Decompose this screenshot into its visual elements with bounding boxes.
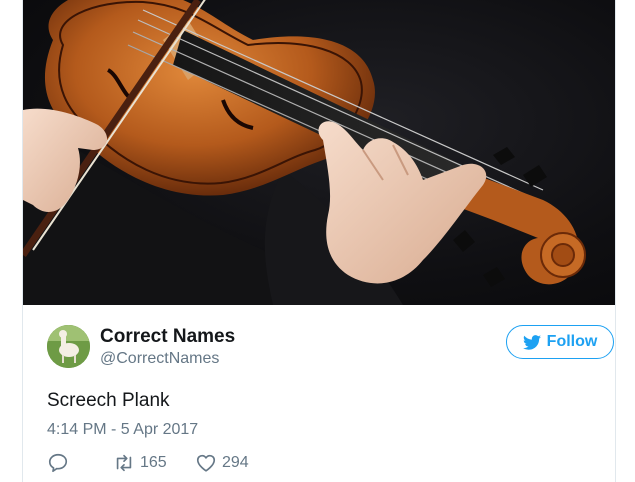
tweet-card: Correct Names @CorrectNames Follow Scree… <box>22 0 616 482</box>
tweet-text: Screech Plank <box>47 390 170 411</box>
follow-button[interactable]: Follow <box>506 325 614 359</box>
follow-label: Follow <box>546 333 598 350</box>
twitter-bird-icon <box>522 334 541 350</box>
tweet-photo-violinist[interactable] <box>23 0 615 305</box>
like-button[interactable]: 294 <box>195 452 249 474</box>
author-name[interactable]: Correct Names <box>100 326 235 348</box>
retweet-button[interactable]: 165 <box>113 452 167 474</box>
like-count: 294 <box>222 454 249 471</box>
alpaca-avatar[interactable] <box>47 325 90 368</box>
reply-icon <box>48 453 68 473</box>
tweet-timestamp[interactable]: 4:14 PM - 5 Apr 2017 <box>47 421 198 439</box>
reply-button[interactable] <box>47 452 69 474</box>
tweet-header: Correct Names @CorrectNames Follow <box>47 325 614 369</box>
retweet-count: 165 <box>140 454 167 471</box>
retweet-icon <box>116 454 132 472</box>
violin-photo <box>23 0 586 305</box>
author-handle[interactable]: @CorrectNames <box>100 350 219 368</box>
heart-icon <box>196 454 216 472</box>
